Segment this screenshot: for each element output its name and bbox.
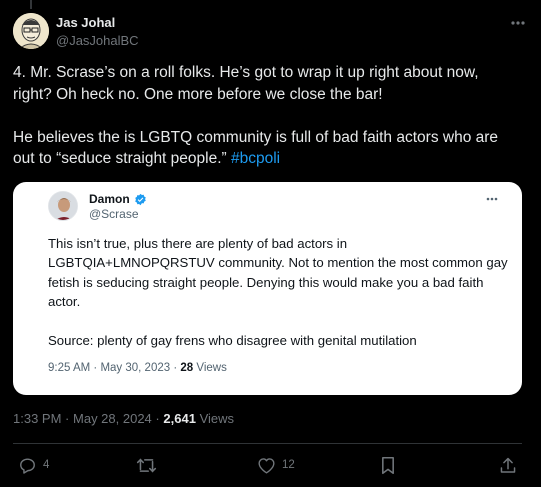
quoted-tweet-text: This isn’t true, plus there are plenty o…	[48, 236, 508, 309]
quoted-time[interactable]: 9:25 AM	[48, 362, 90, 374]
tweet-paragraph-1: 4. Mr. Scrase’s on a roll folks. He’s go…	[13, 64, 479, 103]
quoted-author-handle[interactable]: @Scrase	[89, 207, 139, 221]
share-icon	[500, 457, 516, 473]
quoted-tweet-source-line: Source: plenty of gay frens who disagree…	[48, 333, 417, 348]
quoted-tweet-card[interactable]: Damon @Scrase This isn’t true, plus ther…	[13, 182, 522, 395]
bookmark-button[interactable]	[380, 452, 396, 478]
tweet-header: Jas Johal @JasJohalBC	[13, 13, 528, 51]
heart-icon	[258, 457, 275, 474]
retweet-button[interactable]	[136, 452, 157, 478]
tweet-date[interactable]: May 28, 2024	[73, 411, 152, 426]
avatar-illustration-icon	[13, 13, 49, 49]
bookmark-icon	[382, 456, 394, 474]
tweet-views-count[interactable]: 2,641	[163, 411, 196, 426]
meta-separator: ·	[173, 362, 178, 374]
meta-separator: ·	[93, 362, 98, 374]
quoted-views-count: 28	[180, 362, 194, 374]
more-options-button[interactable]	[508, 13, 528, 33]
share-button[interactable]	[499, 452, 517, 478]
tweet-body: 4. Mr. Scrase’s on a roll folks. He’s go…	[13, 62, 513, 170]
quoted-tweet-meta: 9:25 AM · May 30, 2023 · 28 Views	[48, 362, 227, 374]
author-handle[interactable]: @JasJohalBC	[56, 33, 139, 48]
reply-button[interactable]: 4	[18, 452, 49, 478]
quoted-views-label: Views	[196, 362, 227, 374]
reply-count: 4	[43, 459, 50, 471]
quoted-more-options-button[interactable]	[483, 191, 501, 207]
meta-separator: ·	[155, 411, 160, 426]
like-count: 12	[282, 459, 295, 471]
more-horizontal-icon	[511, 21, 525, 25]
retweet-icon	[136, 458, 157, 472]
quoted-date[interactable]: May 30, 2023	[100, 362, 170, 374]
reply-icon	[20, 457, 35, 474]
quoted-author-name[interactable]: Damon	[89, 192, 130, 206]
tweet-paragraph-2: He believes the is LGBTQ community is fu…	[13, 127, 513, 170]
quoted-author-avatar[interactable]	[48, 191, 78, 221]
quoted-author-name-row: Damon	[89, 192, 147, 206]
avatar-photo-icon	[49, 192, 77, 220]
thread-connector-line	[30, 0, 32, 9]
author-name[interactable]: Jas Johal	[56, 15, 115, 30]
verified-badge-icon	[134, 193, 146, 205]
meta-separator: ·	[65, 411, 70, 426]
tweet-actions-bar: 4 12	[0, 452, 541, 478]
hashtag-link[interactable]: #bcpoli	[231, 150, 280, 167]
tweet-time[interactable]: 1:33 PM	[13, 411, 61, 426]
tweet-views-label: Views	[199, 411, 235, 426]
author-avatar[interactable]	[13, 13, 49, 49]
tweet-meta: 1:33 PM · May 28, 2024 · 2,641 Views	[13, 411, 234, 426]
like-button[interactable]: 12	[257, 452, 295, 478]
actions-divider	[13, 443, 522, 444]
more-horizontal-icon	[486, 197, 498, 201]
